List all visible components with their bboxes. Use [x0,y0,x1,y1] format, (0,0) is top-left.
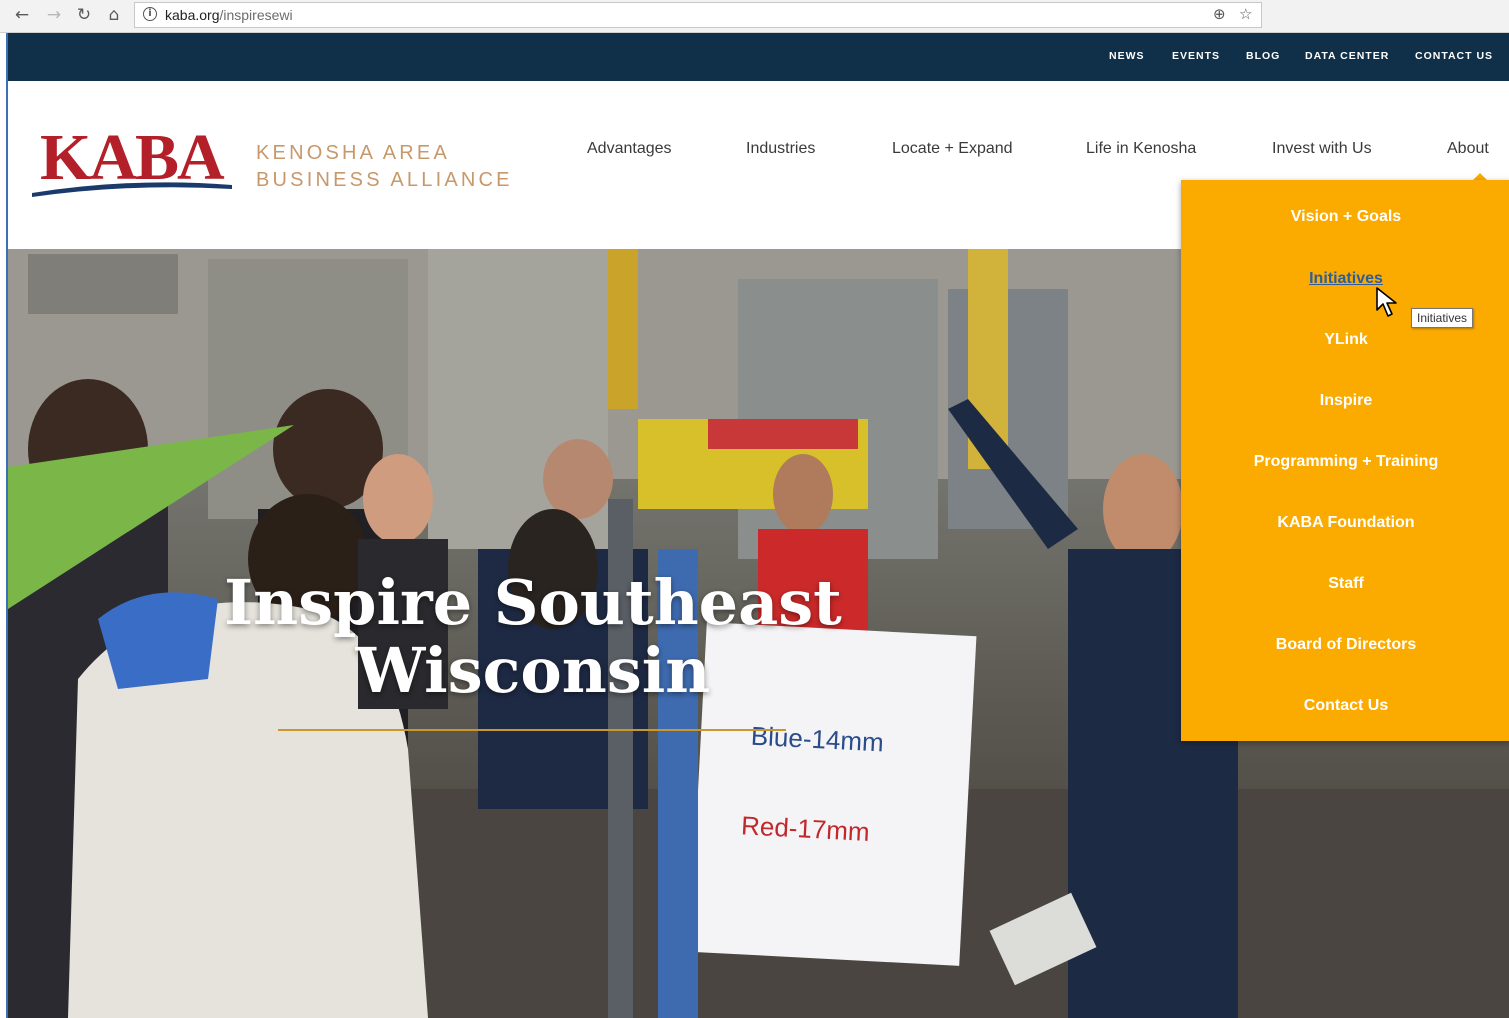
star-icon[interactable]: ☆ [1239,5,1252,23]
menu-item-contact-us[interactable]: Contact Us [1181,697,1509,715]
url-domain: kaba.org [165,7,220,23]
utility-link-events[interactable]: EVENTS [1172,50,1220,62]
menu-item-ylink[interactable]: YLink [1181,331,1509,349]
logo-tagline-line2: BUSINESS ALLIANCE [256,169,513,191]
kaba-logo[interactable]: KABA [32,123,232,201]
back-arrow-icon[interactable]: ← [10,4,34,26]
menu-item-vision-goals[interactable]: Vision + Goals [1181,208,1509,226]
utility-link-data-center[interactable]: DATA CENTER [1305,50,1389,62]
menu-item-initiatives[interactable]: Initiatives [1181,270,1509,288]
menu-item-kaba-foundation[interactable]: KABA Foundation [1181,514,1509,532]
logo-tagline-line1: KENOSHA AREA [256,142,451,164]
url-path: /inspiresewi [219,7,293,23]
menu-item-programming-training[interactable]: Programming + Training [1181,453,1509,471]
tooltip: Initiatives [1411,308,1474,328]
logo-swoosh-icon [32,182,232,197]
logo-tagline: KENOSHA AREA BUSINESS ALLIANCE [256,140,513,194]
forward-arrow-icon[interactable]: → [42,4,66,26]
hero-title-line1: Inspire Southeast [224,566,842,639]
about-dropdown-menu: Vision + Goals Initiatives YLink Inspire… [1181,180,1509,741]
hero-divider [278,729,786,731]
nav-advantages[interactable]: Advantages [587,140,672,158]
nav-locate-expand[interactable]: Locate + Expand [892,140,1013,158]
nav-invest-with-us[interactable]: Invest with Us [1272,140,1372,158]
nav-life-in-kenosha[interactable]: Life in Kenosha [1086,140,1196,158]
hero-title: Inspire Southeast Wisconsin [138,569,928,705]
url-text[interactable]: kaba.org/inspiresewi [165,7,293,23]
browser-toolbar: ← → ↻ ⌂ i kaba.org/inspiresewi ⊕ ☆ [0,0,1509,33]
reload-icon[interactable]: ↻ [72,4,96,26]
mouse-cursor-icon [1376,287,1397,317]
nav-about[interactable]: About [1447,140,1489,158]
web-page: NEWS EVENTS BLOG DATA CENTER CONTACT US … [6,33,1509,1018]
utility-bar: NEWS EVENTS BLOG DATA CENTER CONTACT US [8,33,1509,81]
home-icon[interactable]: ⌂ [102,4,126,26]
utility-link-contact-us[interactable]: CONTACT US [1415,50,1493,62]
zoom-icon[interactable]: ⊕ [1213,5,1226,23]
menu-item-inspire[interactable]: Inspire [1181,392,1509,410]
hero-title-line2: Wisconsin [355,634,711,707]
address-bar[interactable]: i kaba.org/inspiresewi ⊕ ☆ [134,2,1262,28]
info-icon[interactable]: i [143,7,157,21]
menu-item-staff[interactable]: Staff [1181,575,1509,593]
utility-link-blog[interactable]: BLOG [1246,50,1280,62]
menu-item-board-of-directors[interactable]: Board of Directors [1181,636,1509,654]
nav-industries[interactable]: Industries [746,140,815,158]
utility-link-news[interactable]: NEWS [1109,50,1145,62]
